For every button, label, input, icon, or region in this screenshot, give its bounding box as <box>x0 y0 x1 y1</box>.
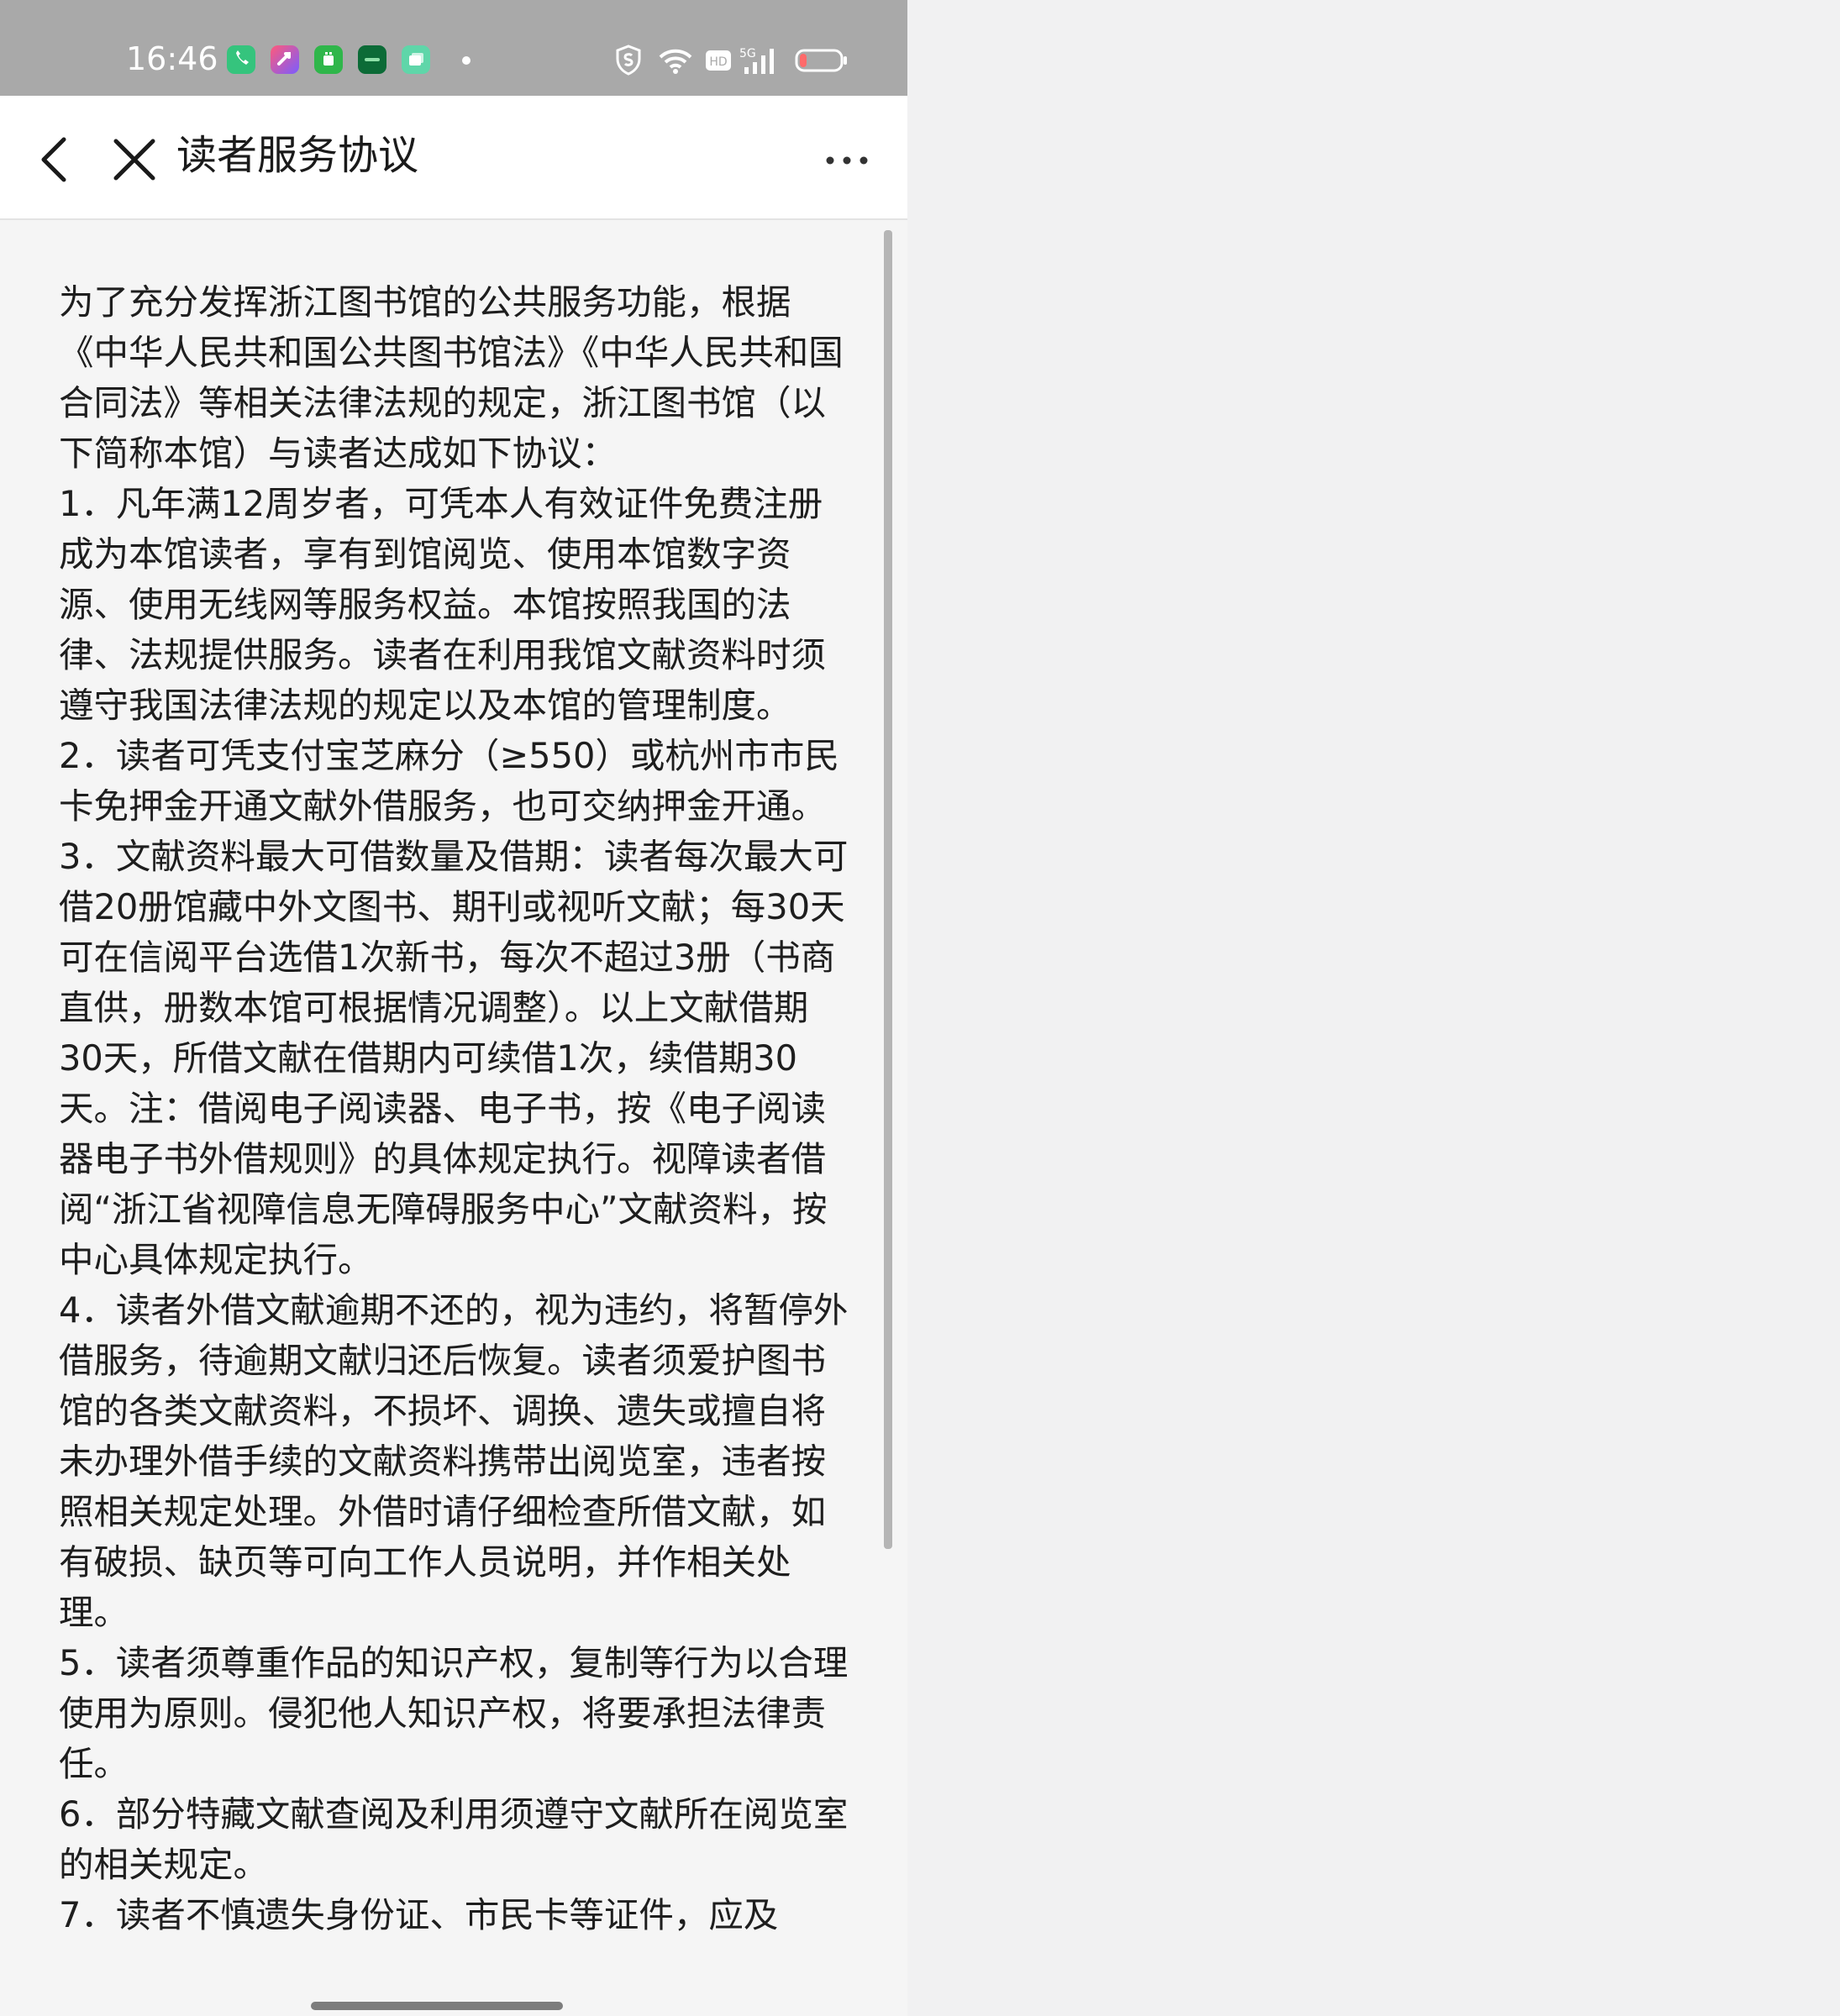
agreement-intro: 为了充分发挥浙江图书馆的公共服务功能，根据《中华人民共和国公共图书馆法》《中华人… <box>59 281 844 474</box>
battery-low-icon <box>795 49 847 72</box>
wifi-icon <box>659 49 692 74</box>
page-title: 读者服务协议 <box>176 132 419 179</box>
shield-icon <box>616 45 641 76</box>
svg-text:HD: HD <box>709 55 727 69</box>
agreement-content[interactable]: 为了充分发挥浙江图书馆的公共服务功能，根据《中华人民共和国公共图书馆法》《中华人… <box>0 220 907 2016</box>
status-bar: 16:46 HD 5G <box>0 0 907 96</box>
close-icon[interactable] <box>109 133 160 186</box>
agreement-text: 为了充分发挥浙江图书馆的公共服务功能，根据《中华人民共和国公共图书馆法》《中华人… <box>59 277 849 1940</box>
agreement-clause-3: 3．文献资料最大可借数量及借期：读者每次最大可借20册馆藏中外文图书、期刊或视听… <box>59 836 849 1280</box>
shortcut-app-icon <box>271 45 299 74</box>
5g-signal-icon: 5G <box>739 47 774 74</box>
chevron-left-icon[interactable] <box>34 133 76 186</box>
more-dots-icon[interactable] <box>823 148 870 173</box>
scrollbar[interactable] <box>884 230 892 1549</box>
agreement-clause-6: 6．部分特藏文献查阅及利用须遵守文献所在阅览室的相关规定。 <box>59 1793 849 1885</box>
agreement-clause-7: 7．读者不慎遗失身份证、市民卡等证件，应及 <box>59 1894 779 1935</box>
agreement-clause-2: 2．读者可凭支付宝芝麻分（≥550）或杭州市市民卡免押金开通文献外借服务，也可交… <box>59 735 839 827</box>
agreement-clause-5: 5．读者须尊重作品的知识产权，复制等行为以合理使用为原则。侵犯他人知识产权，将要… <box>59 1642 849 1784</box>
hd-icon: HD <box>706 50 731 71</box>
phone-screen: 16:46 HD 5G 读者服务协议 为了充分发挥浙江图书馆的公共服务功能，根据… <box>0 0 907 2016</box>
navigation-bar: 读者服务协议 <box>0 96 907 220</box>
agreement-clause-4: 4．读者外借文献逾期不还的，视为违约，将暂停外借服务，待逾期文献归还后恢复。读者… <box>59 1289 849 1633</box>
phone-app-icon <box>227 45 255 74</box>
notification-dot-icon <box>462 56 471 65</box>
oppo-app-icon <box>358 45 386 74</box>
agreement-clause-1: 1．凡年满12周岁者，可凭本人有效证件免费注册成为本馆读者，享有到馆阅览、使用本… <box>59 483 827 726</box>
home-indicator[interactable] <box>311 2002 563 2010</box>
status-time: 16:46 <box>126 40 218 77</box>
svg-text:5G: 5G <box>739 47 756 60</box>
android-app-icon <box>314 45 343 74</box>
files-app-icon <box>402 45 430 74</box>
